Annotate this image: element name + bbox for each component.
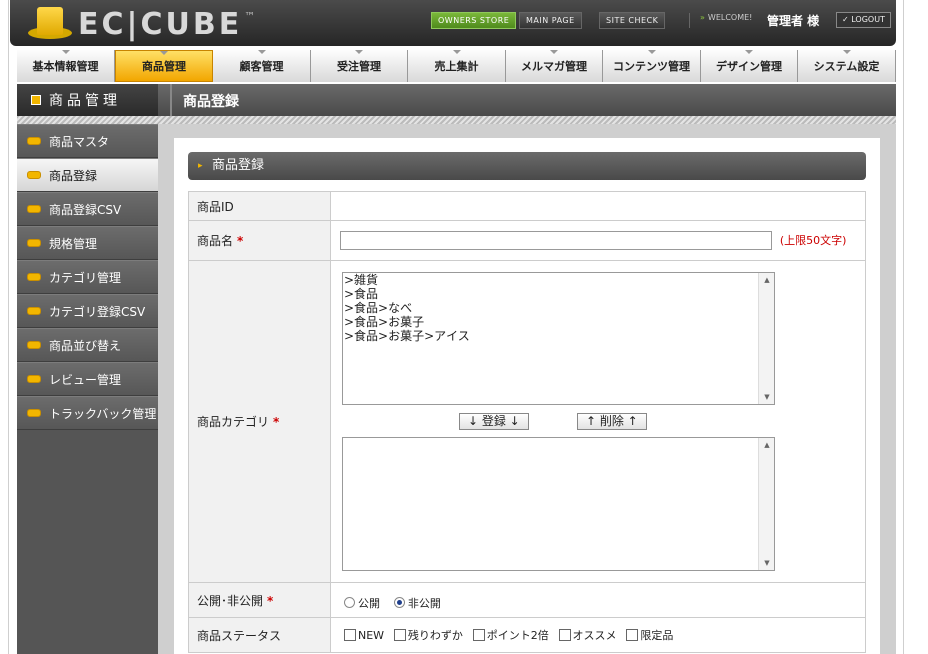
content-area: 商品登録 商品ID 商品名* (上限50文字) 商品カテゴリ* >雑貨 >食品 bbox=[158, 124, 896, 654]
scroll-down-icon[interactable]: ▼ bbox=[759, 390, 774, 404]
logo-tm: ™ bbox=[244, 10, 256, 23]
delete-category-button[interactable]: ↑ 削除 ↑ bbox=[577, 413, 647, 430]
sidebar-item-product-csv[interactable]: 商品登録CSV bbox=[17, 192, 158, 226]
page-title: 商品登録 bbox=[183, 94, 239, 110]
nav-design[interactable]: デザイン管理 bbox=[701, 50, 798, 82]
sidebar-item-product-master[interactable]: 商品マスタ bbox=[17, 124, 158, 158]
nav-customers[interactable]: 顧客管理 bbox=[213, 50, 311, 82]
status-recommend-checkbox[interactable] bbox=[558, 629, 571, 641]
status-cell: NEW 残りわずか ポイント2倍 オススメ 限定品 bbox=[330, 617, 866, 653]
main-nav: 基本情報管理 商品管理 顧客管理 受注管理 売上集計 メルマガ管理 コンテンツ管… bbox=[17, 50, 896, 82]
header-separator bbox=[689, 13, 690, 28]
logout-button[interactable]: ✓ LOGOUT bbox=[836, 12, 891, 28]
product-name-label: 商品名 * bbox=[188, 220, 331, 261]
sidebar-item-product-register[interactable]: 商品登録 bbox=[17, 158, 158, 192]
category-cell: >雑貨 >食品 >食品>なべ >食品>お菓子 >食品>お菓子>アイス ▲ ▼ ↓… bbox=[330, 260, 866, 583]
category-option[interactable]: >食品>なべ bbox=[343, 301, 774, 315]
pill-icon bbox=[27, 409, 41, 417]
status-double-points-checkbox[interactable] bbox=[472, 629, 485, 641]
logo-text: EC|CUBE bbox=[78, 6, 243, 42]
category-option[interactable]: >食品 bbox=[343, 287, 774, 301]
stripe-divider bbox=[17, 116, 896, 124]
sidebar-item-category-csv[interactable]: カテゴリ登録CSV bbox=[17, 294, 158, 328]
pill-icon bbox=[27, 239, 41, 247]
status-new-label: NEW bbox=[358, 629, 385, 642]
sidebar-item-review[interactable]: レビュー管理 bbox=[17, 362, 158, 396]
nav-basic-info[interactable]: 基本情報管理 bbox=[17, 50, 115, 82]
square-bullet-icon bbox=[31, 95, 41, 105]
nav-mailmag[interactable]: メルマガ管理 bbox=[506, 50, 603, 82]
publish-cell: 公開 非公開 bbox=[330, 582, 866, 618]
required-mark: * bbox=[273, 415, 280, 429]
scroll-down-icon[interactable]: ▼ bbox=[759, 556, 774, 570]
status-limited-label: 限定品 bbox=[640, 629, 674, 642]
nav-orders[interactable]: 受注管理 bbox=[311, 50, 408, 82]
sidebar-item-category[interactable]: カテゴリ管理 bbox=[17, 260, 158, 294]
scroll-up-icon[interactable]: ▲ bbox=[759, 273, 774, 287]
listbox-scrollbar[interactable]: ▲ ▼ bbox=[758, 273, 774, 404]
category-option[interactable]: >雑貨 bbox=[343, 273, 774, 287]
nav-system[interactable]: システム設定 bbox=[798, 50, 896, 82]
check-icon: ✓ bbox=[842, 15, 852, 24]
publish-on-label: 公開 bbox=[358, 597, 380, 610]
product-name-limit: (上限50文字) bbox=[779, 234, 847, 247]
category-option[interactable]: >食品>お菓子 bbox=[343, 315, 774, 329]
required-mark: * bbox=[237, 234, 244, 248]
status-few-left-checkbox[interactable] bbox=[393, 629, 406, 641]
category-option[interactable]: >食品>お菓子>アイス bbox=[343, 329, 774, 343]
pill-icon bbox=[27, 375, 41, 383]
sidebar-item-spec[interactable]: 規格管理 bbox=[17, 226, 158, 260]
sidebar-item-product-sort[interactable]: 商品並び替え bbox=[17, 328, 158, 362]
sidebar-item-trackback[interactable]: トラックバック管理 bbox=[17, 396, 158, 430]
sidebar: 商品マスタ 商品登録 商品登録CSV 規格管理 カテゴリ管理 カテゴリ登録CSV… bbox=[17, 124, 158, 654]
status-label: 商品ステータス bbox=[188, 617, 331, 653]
owners-store-button[interactable]: OWNERS STORE bbox=[431, 12, 517, 29]
pill-icon bbox=[27, 341, 41, 349]
product-name-cell: (上限50文字) bbox=[330, 220, 866, 261]
section-bar: 商品管理 商品登録 bbox=[17, 84, 896, 116]
listbox-scrollbar[interactable]: ▲ ▼ bbox=[758, 438, 774, 570]
scroll-up-icon[interactable]: ▲ bbox=[759, 438, 774, 452]
nav-products[interactable]: 商品管理 bbox=[115, 50, 213, 82]
publish-on-radio[interactable] bbox=[344, 597, 355, 608]
product-name-input[interactable] bbox=[340, 231, 772, 250]
nav-contents[interactable]: コンテンツ管理 bbox=[603, 50, 701, 82]
status-double-points-label: ポイント2倍 bbox=[486, 629, 549, 642]
ec-cube-logo[interactable]: EC|CUBE ™ bbox=[28, 6, 255, 42]
product-form: 商品ID 商品名 * (上限50文字) 商品カテゴリ * >雑貨 >食品 >食品>な… bbox=[188, 191, 866, 653]
product-id-label: 商品ID bbox=[188, 191, 331, 221]
status-recommend-label: オススメ bbox=[572, 629, 617, 642]
pill-icon bbox=[27, 273, 41, 281]
category-move-buttons: ↓ 登録 ↓ ↑ 削除 ↑ bbox=[342, 405, 775, 437]
product-id-value bbox=[330, 191, 866, 221]
publish-off-radio[interactable] bbox=[393, 597, 405, 608]
cube-cup-icon bbox=[28, 7, 72, 41]
status-few-left-label: 残りわずか bbox=[407, 629, 463, 642]
pill-icon bbox=[27, 171, 41, 179]
category-label: 商品カテゴリ * bbox=[188, 260, 331, 583]
welcome-text: » WELCOME! bbox=[700, 13, 753, 22]
double-arrow-icon: » bbox=[700, 13, 705, 22]
main-page-button[interactable]: MAIN PAGE bbox=[519, 12, 582, 29]
publish-off-label: 非公開 bbox=[407, 597, 441, 610]
category-source-listbox[interactable]: >雑貨 >食品 >食品>なべ >食品>お菓子 >食品>お菓子>アイス ▲ ▼ bbox=[342, 272, 775, 405]
nav-sales[interactable]: 売上集計 bbox=[408, 50, 506, 82]
publish-label: 公開･非公開 * bbox=[188, 582, 331, 618]
admin-name: 管理者 様 bbox=[767, 14, 820, 28]
pill-icon bbox=[27, 205, 41, 213]
site-check-button[interactable]: SITE CHECK bbox=[599, 12, 666, 29]
pill-icon bbox=[27, 137, 41, 145]
status-new-checkbox[interactable] bbox=[344, 629, 356, 641]
required-mark: * bbox=[267, 593, 274, 608]
sidebar-section-title: 商品管理 bbox=[17, 84, 158, 116]
form-panel: 商品登録 商品ID 商品名* (上限50文字) 商品カテゴリ* >雑貨 >食品 bbox=[174, 138, 880, 654]
section-divider bbox=[170, 84, 172, 116]
category-selected-listbox[interactable]: ▲ ▼ bbox=[342, 437, 775, 571]
top-header: EC|CUBE ™ OWNERS STORE MAIN PAGE SITE CH… bbox=[10, 0, 896, 46]
pill-icon bbox=[27, 307, 41, 315]
register-category-button[interactable]: ↓ 登録 ↓ bbox=[459, 413, 529, 430]
panel-title: 商品登録 bbox=[188, 152, 866, 180]
status-limited-checkbox[interactable] bbox=[626, 629, 639, 641]
